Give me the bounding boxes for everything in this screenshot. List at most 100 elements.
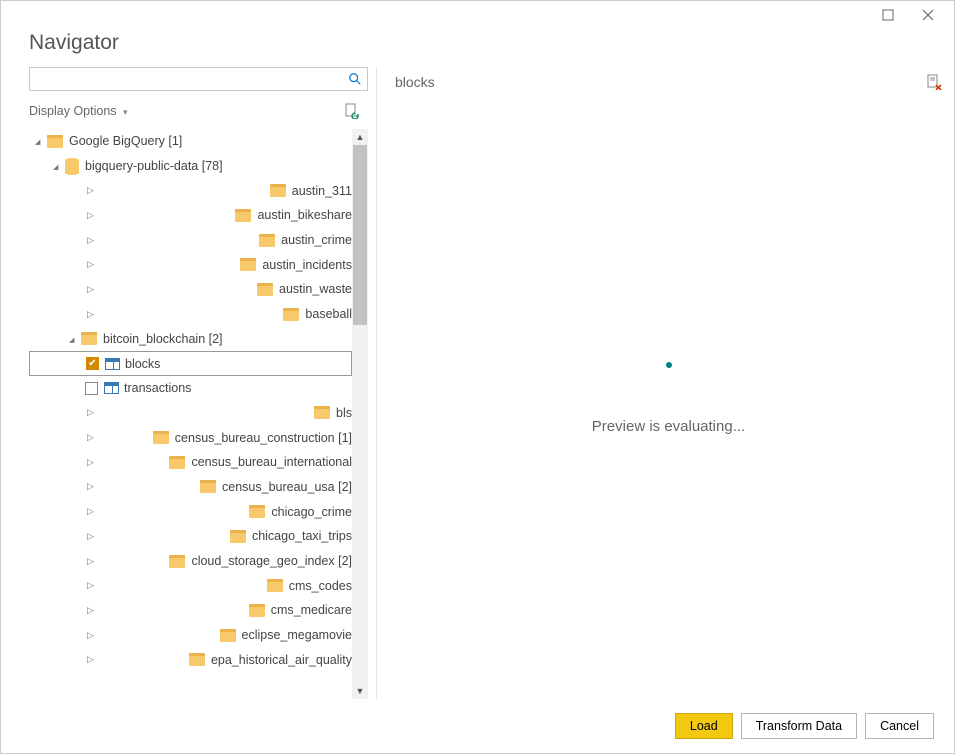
expand-icon[interactable]	[69, 654, 189, 665]
expand-icon[interactable]	[69, 630, 220, 641]
tree-node-root[interactable]: Google BigQuery [1]	[29, 129, 352, 154]
cancel-button[interactable]: Cancel	[865, 713, 934, 739]
database-icon	[65, 160, 79, 173]
tree-label: cms_medicare	[271, 603, 352, 617]
tree-label: bls	[336, 406, 352, 420]
tree-node-table[interactable]: ✔ blocks	[29, 351, 352, 376]
data-source-tree[interactable]: Google BigQuery [1] bigquery-public-data…	[29, 129, 352, 699]
tree-node-dataset[interactable]: census_bureau_international	[29, 450, 352, 475]
expand-icon[interactable]	[53, 161, 65, 171]
tree-node-dataset[interactable]: eclipse_megamovie	[29, 623, 352, 648]
tree-scrollbar[interactable]: ▲ ▼	[352, 129, 368, 699]
scroll-up-icon[interactable]: ▲	[352, 129, 368, 145]
tree-label: blocks	[125, 357, 160, 371]
tree-node-dataset[interactable]: austin_bikeshare	[29, 203, 352, 228]
checkbox-icon[interactable]	[85, 382, 98, 395]
folder-icon	[257, 283, 273, 296]
tree-node-dataset[interactable]: bls	[29, 401, 352, 426]
tree-label: austin_311	[292, 184, 352, 198]
expand-icon[interactable]	[69, 235, 259, 246]
tree-node-dataset[interactable]: chicago_taxi_trips	[29, 524, 352, 549]
tree-node-dataset[interactable]: austin_311	[29, 178, 352, 203]
expand-icon[interactable]	[69, 309, 283, 320]
tree-node-dataset[interactable]: cloud_storage_geo_index [2]	[29, 549, 352, 574]
expand-icon[interactable]	[69, 481, 200, 492]
tree-label: Google BigQuery [1]	[69, 134, 182, 148]
tree-label: austin_incidents	[262, 258, 352, 272]
folder-icon	[259, 234, 275, 247]
folder-icon	[249, 505, 265, 518]
display-options-dropdown[interactable]: Display Options ▾	[29, 104, 128, 118]
tree-node-dataset[interactable]: baseball	[29, 302, 352, 327]
tree-node-dataset[interactable]: austin_incidents	[29, 252, 352, 277]
scroll-down-icon[interactable]: ▼	[352, 683, 368, 699]
refresh-icon[interactable]	[342, 101, 362, 121]
scrollbar-thumb[interactable]	[353, 145, 367, 325]
search-box[interactable]	[29, 67, 368, 91]
folder-icon	[153, 431, 169, 444]
folder-icon	[235, 209, 251, 222]
expand-icon[interactable]	[69, 284, 257, 295]
tree-label: chicago_crime	[271, 505, 352, 519]
tree-node-dataset[interactable]: bitcoin_blockchain [2]	[29, 327, 352, 352]
tree-label: transactions	[124, 381, 191, 395]
tree-node-table[interactable]: transactions	[29, 376, 352, 401]
expand-icon[interactable]	[69, 185, 270, 196]
close-button[interactable]	[908, 2, 948, 28]
loading-spinner-icon	[666, 362, 672, 368]
search-input[interactable]	[30, 70, 343, 88]
preview-title: blocks	[395, 74, 435, 90]
tree-node-dataset[interactable]: cms_medicare	[29, 598, 352, 623]
folder-icon	[169, 456, 185, 469]
tree-node-dataset[interactable]: cms_codes	[29, 573, 352, 598]
expand-icon[interactable]	[69, 334, 81, 344]
expand-icon[interactable]	[69, 432, 153, 443]
dialog-title: Navigator	[1, 29, 954, 61]
expand-icon[interactable]	[69, 580, 267, 591]
tree-node-dataset[interactable]: census_bureau_construction [1]	[29, 425, 352, 450]
folder-icon	[249, 604, 265, 617]
tree-label: austin_crime	[281, 233, 352, 247]
dialog-footer: Load Transform Data Cancel	[1, 699, 954, 753]
tree-label: cms_codes	[289, 579, 352, 593]
scrollbar-track[interactable]	[352, 145, 368, 683]
expand-icon[interactable]	[69, 259, 240, 270]
expand-icon[interactable]	[69, 210, 235, 221]
tree-label: census_bureau_international	[191, 455, 352, 469]
folder-icon	[200, 480, 216, 493]
folder-icon	[169, 555, 185, 568]
expand-icon[interactable]	[69, 457, 169, 468]
tree-node-dataset[interactable]: census_bureau_usa [2]	[29, 475, 352, 500]
folder-icon	[267, 579, 283, 592]
folder-icon	[47, 135, 63, 148]
expand-icon[interactable]	[35, 136, 47, 146]
tree-label: eclipse_megamovie	[242, 628, 352, 642]
table-icon	[105, 358, 120, 370]
maximize-button[interactable]	[868, 2, 908, 28]
folder-icon	[240, 258, 256, 271]
load-button[interactable]: Load	[675, 713, 733, 739]
search-icon[interactable]	[343, 68, 367, 90]
chevron-down-icon: ▾	[123, 107, 128, 117]
clear-preview-icon[interactable]	[926, 74, 942, 90]
tree-node-dataset[interactable]: epa_historical_air_quality	[29, 647, 352, 672]
tree-node-dataset[interactable]: austin_waste	[29, 277, 352, 302]
tree-node-project[interactable]: bigquery-public-data [78]	[29, 154, 352, 179]
expand-icon[interactable]	[69, 506, 249, 517]
tree-node-dataset[interactable]: chicago_crime	[29, 499, 352, 524]
table-icon	[104, 382, 119, 394]
expand-icon[interactable]	[69, 556, 169, 567]
expand-icon[interactable]	[69, 407, 314, 418]
tree-label: baseball	[305, 307, 352, 321]
tree-node-dataset[interactable]: austin_crime	[29, 228, 352, 253]
checkbox-icon[interactable]: ✔	[86, 357, 99, 370]
folder-icon	[314, 406, 330, 419]
folder-icon	[283, 308, 299, 321]
navigator-dialog: Navigator Display Options ▾	[0, 0, 955, 754]
expand-icon[interactable]	[69, 531, 230, 542]
expand-icon[interactable]	[69, 605, 249, 616]
preview-status: Preview is evaluating...	[592, 418, 745, 435]
titlebar	[1, 1, 954, 29]
tree-label: austin_bikeshare	[257, 208, 352, 222]
transform-data-button[interactable]: Transform Data	[741, 713, 857, 739]
